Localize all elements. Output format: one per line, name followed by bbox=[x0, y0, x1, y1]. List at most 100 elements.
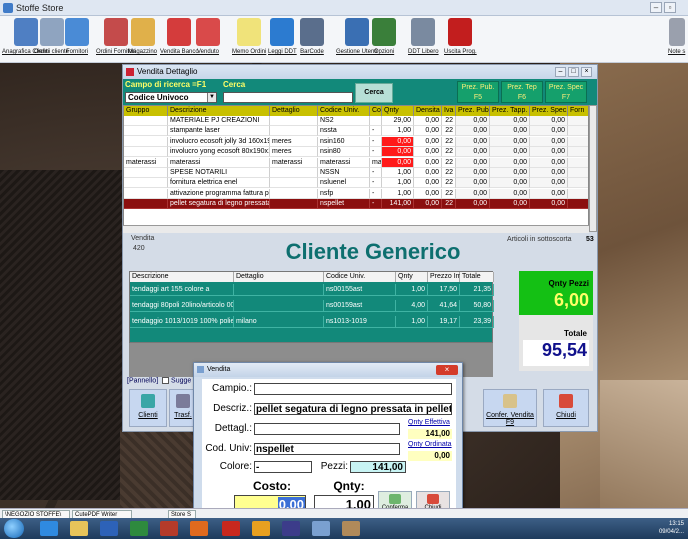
window-minimize-button[interactable]: – bbox=[555, 67, 566, 77]
clienti-button[interactable]: Clienti bbox=[129, 389, 167, 427]
table-row[interactable]: materassimaterassimaterassimaterassimat0… bbox=[124, 157, 588, 168]
window-close-button[interactable]: × bbox=[581, 67, 592, 77]
table-row[interactable]: MATERIALE PJ CREAZIONI NS2 29,00 0,00 22 0,00… bbox=[124, 116, 588, 126]
chiudi-button[interactable]: Chiudi bbox=[543, 389, 589, 427]
start-button[interactable] bbox=[4, 519, 24, 538]
table-row[interactable]: involucro ecosoft jolly 3d 160x190x meres… bbox=[124, 136, 588, 147]
qnty-pezzi-value: 6,00 bbox=[553, 290, 589, 310]
word-icon[interactable] bbox=[100, 521, 118, 536]
powerpoint-icon[interactable] bbox=[160, 521, 178, 536]
prez-tep-button[interactable]: Prez. Tep F6 bbox=[501, 81, 543, 103]
campo-field[interactable] bbox=[254, 383, 452, 395]
excel-icon[interactable] bbox=[130, 521, 148, 536]
cod-univ-field[interactable]: nspellet bbox=[254, 443, 400, 455]
descrizione-field[interactable]: pellet segatura di legno pressata in pel… bbox=[254, 403, 452, 415]
table-row[interactable]: stampante laser nssta -1,00 0,00 22 0,00 0,00 0… bbox=[124, 126, 588, 137]
table-cell[interactable]: 21,35 bbox=[460, 284, 494, 296]
table-cell[interactable] bbox=[234, 300, 324, 312]
table-cell[interactable]: ns00155ast bbox=[324, 284, 396, 296]
articles-table[interactable]: Gruppo Descrizione Dettaglio Codice Univ. Co… bbox=[123, 105, 589, 232]
column-header[interactable]: Forn bbox=[568, 106, 588, 116]
column-header[interactable]: Prezzo Imp. bbox=[428, 272, 467, 282]
opzioni-button[interactable]: Opzioni bbox=[372, 18, 396, 55]
ddt-libero-button[interactable]: DDT Libero bbox=[408, 18, 439, 55]
column-header[interactable]: Qnty bbox=[382, 106, 414, 116]
table-row[interactable]: SPESE NOTARILI NSSN -1,00 0,00 22 0,00 0,00 0,0… bbox=[124, 168, 588, 178]
close-icon[interactable]: × bbox=[436, 365, 458, 375]
restore-button[interactable]: ▫ bbox=[664, 2, 676, 13]
column-header[interactable]: Densita bbox=[414, 106, 442, 116]
memo-ordini-button[interactable]: Memo Ordini bbox=[232, 18, 266, 55]
column-header[interactable]: Prez. Spec. bbox=[530, 106, 568, 116]
table-cell[interactable]: 50,80 bbox=[460, 300, 494, 312]
table-cell[interactable]: 19,17 bbox=[428, 316, 460, 328]
column-header[interactable]: Qnty bbox=[396, 272, 428, 282]
prez-spec-button[interactable]: Prez. Spec F7 bbox=[545, 81, 587, 103]
table-cell[interactable]: 4,00 bbox=[396, 300, 428, 312]
vendita-banco-button[interactable]: Vendita Banco bbox=[160, 18, 199, 55]
column-header[interactable]: Dettaglio bbox=[270, 106, 318, 116]
column-header[interactable]: Gruppo bbox=[124, 106, 168, 116]
magazzino-button[interactable]: Magazzino bbox=[128, 18, 157, 55]
campo-select[interactable]: Codice Univoco ▼ bbox=[125, 92, 217, 103]
pezzi-field[interactable]: 141,00 bbox=[350, 461, 406, 473]
column-header[interactable]: Iva bbox=[442, 106, 456, 116]
search-input[interactable] bbox=[223, 92, 353, 103]
table-cell[interactable]: tendaggio 1013/1019 100% poliestr bbox=[130, 316, 234, 328]
column-header[interactable]: Totale bbox=[460, 272, 494, 282]
table-cell[interactable]: 17,50 bbox=[428, 284, 460, 296]
sale-items-table[interactable]: Descrizione Dettaglio Codice Univ. Qnty Prez… bbox=[129, 271, 494, 343]
app-icon-4[interactable] bbox=[342, 521, 360, 536]
table-row[interactable]: fornitura elettrica enel nsluenel -1,00 0,0… bbox=[124, 178, 588, 189]
ordini-cliente-button[interactable]: Ordini cliente bbox=[34, 18, 69, 55]
app-icon-3[interactable] bbox=[312, 521, 330, 536]
table-cell[interactable]: milano bbox=[234, 316, 324, 328]
chevron-down-icon[interactable]: ▼ bbox=[207, 93, 216, 102]
column-header[interactable]: Codice Univ. bbox=[318, 106, 370, 116]
table-vertical-scrollbar[interactable] bbox=[589, 105, 597, 232]
barcode-button[interactable]: BarCode bbox=[300, 18, 324, 55]
column-header[interactable]: Codice Univ. bbox=[324, 272, 396, 282]
table-cell: 0,00 bbox=[414, 136, 442, 147]
table-horizontal-scrollbar[interactable] bbox=[123, 225, 589, 233]
column-header[interactable]: Prez. Tapp. bbox=[490, 106, 530, 116]
system-clock[interactable]: 13:15 09/04/2... bbox=[659, 520, 684, 536]
minimize-button[interactable]: – bbox=[650, 2, 662, 13]
conferma-vendita-button[interactable]: Confer. Vendita F9 bbox=[483, 389, 537, 427]
table-row[interactable]: attivazione programma fattura pro nsfp -1,… bbox=[124, 188, 588, 199]
column-header[interactable]: Descrizione bbox=[168, 106, 270, 116]
table-row[interactable]: involucro yong ecosoft 80x190x18 meres nsi… bbox=[124, 147, 588, 158]
firefox-icon[interactable] bbox=[190, 521, 208, 536]
column-header[interactable]: Col bbox=[370, 106, 382, 116]
column-header[interactable]: Descrizione bbox=[130, 272, 234, 282]
uscita-prog-button[interactable]: Uscita Prog. bbox=[444, 18, 477, 55]
table-cell[interactable] bbox=[234, 284, 324, 296]
filezilla-icon[interactable] bbox=[222, 521, 240, 536]
note-button[interactable]: Note s bbox=[668, 18, 685, 55]
cerca-button[interactable]: Cerca bbox=[355, 83, 393, 103]
leggi-ddt-button[interactable]: Leggi DDT bbox=[268, 18, 297, 55]
table-cell[interactable]: 23,39 bbox=[460, 316, 494, 328]
column-header[interactable]: Dettaglio bbox=[234, 272, 324, 282]
table-cell[interactable]: 41,64 bbox=[428, 300, 460, 312]
table-cell[interactable]: ns1013-1019 bbox=[324, 316, 396, 328]
colore-field[interactable]: - bbox=[254, 461, 312, 473]
ordini-fornitori-icon bbox=[103, 18, 128, 46]
app-icon-2[interactable] bbox=[282, 521, 300, 536]
fornitori-button[interactable]: Fornitori bbox=[65, 18, 89, 55]
table-cell[interactable]: tendaggi 80poli 20lino/articolo 001 bbox=[130, 300, 234, 312]
ie-icon[interactable] bbox=[40, 521, 58, 536]
dettaglio-field[interactable] bbox=[254, 423, 400, 435]
table-cell[interactable]: 1,00 bbox=[396, 316, 428, 328]
table-cell[interactable]: ns00159ast bbox=[324, 300, 396, 312]
venduto-button[interactable]: Venduto bbox=[196, 18, 220, 55]
explorer-icon[interactable] bbox=[70, 521, 88, 536]
column-header[interactable]: Prez. Pubb. bbox=[456, 106, 490, 116]
sugg-checkbox[interactable] bbox=[162, 377, 170, 384]
window-maximize-button[interactable]: □ bbox=[568, 67, 579, 77]
table-row[interactable]: pellet segatura di legno pressata i nspel… bbox=[124, 199, 588, 210]
prez-pub-button[interactable]: Prez. Pub. F5 bbox=[457, 81, 499, 103]
table-cell[interactable]: tendaggi art 155 colore a bbox=[130, 284, 234, 296]
table-cell[interactable]: 1,00 bbox=[396, 284, 428, 296]
chrome-icon[interactable] bbox=[252, 521, 270, 536]
